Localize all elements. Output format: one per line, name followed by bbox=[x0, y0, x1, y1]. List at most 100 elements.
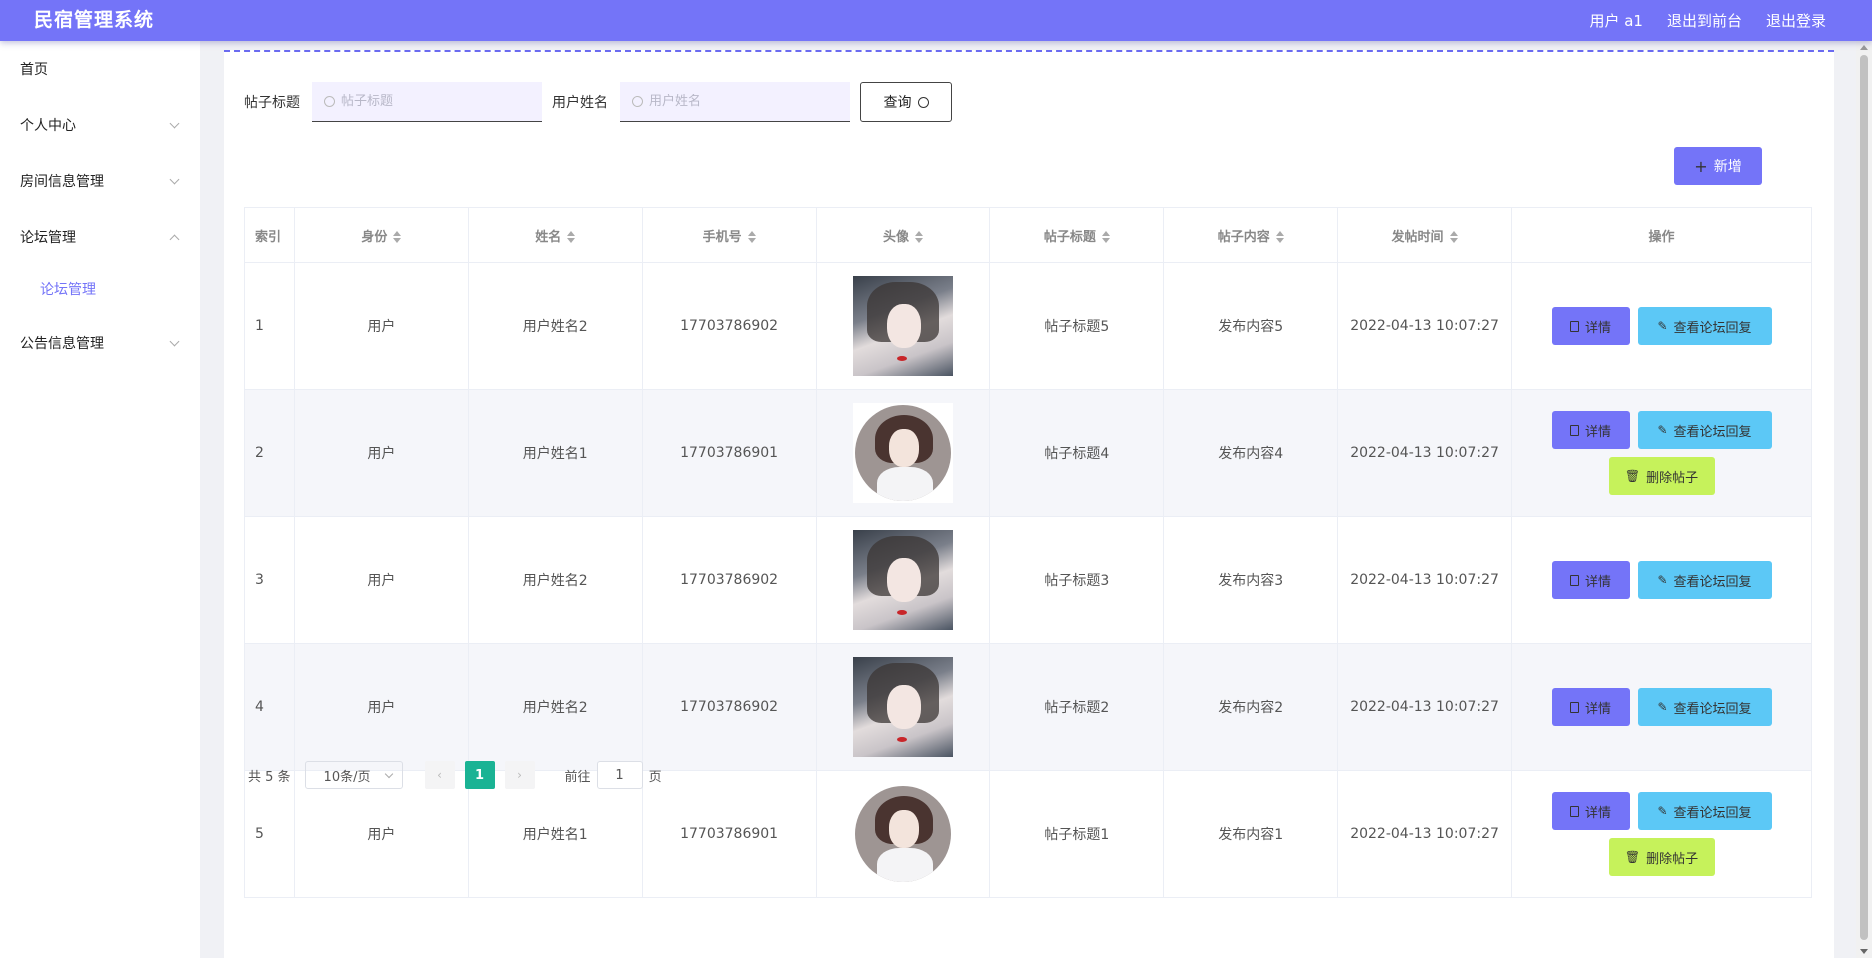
prev-page-button[interactable]: ‹ bbox=[424, 761, 455, 789]
sidebar-item-profile[interactable]: 个人中心 bbox=[0, 105, 200, 145]
title-filter-field[interactable] bbox=[312, 82, 542, 122]
sort-icon[interactable] bbox=[1449, 231, 1458, 243]
name-filter-label: 用户姓名 bbox=[552, 95, 608, 111]
name-search-input[interactable] bbox=[649, 94, 829, 109]
sidebar-item-label: 公告信息管理 bbox=[20, 336, 104, 352]
sidebar-item-home[interactable]: 首页 bbox=[0, 49, 200, 89]
detail-button[interactable]: 详情 bbox=[1551, 411, 1630, 449]
cell-title: 帖子标题5 bbox=[989, 262, 1165, 390]
cell-actions: 详情 ✎ 查看论坛回复 bbox=[1511, 262, 1812, 390]
app-title: 民宿管理系统 bbox=[34, 9, 155, 31]
cell-time: 2022-04-13 10:07:27 bbox=[1337, 643, 1512, 771]
column-header-index: 索引 bbox=[244, 207, 295, 263]
sidebar-item-rooms[interactable]: 房间信息管理 bbox=[0, 161, 200, 201]
delete-post-label: 删除帖子 bbox=[1646, 851, 1699, 867]
total-count: 共 5 条 bbox=[248, 769, 291, 785]
document-icon bbox=[1569, 320, 1579, 332]
page-number-active[interactable]: 1 bbox=[464, 761, 495, 789]
cell-avatar bbox=[815, 770, 991, 898]
cell-title: 帖子标题2 bbox=[989, 643, 1165, 771]
view-replies-label: 查看论坛回复 bbox=[1673, 424, 1752, 440]
chevron-down-icon bbox=[169, 336, 180, 347]
document-icon bbox=[1569, 574, 1579, 586]
cell-title: 帖子标题3 bbox=[989, 516, 1165, 644]
cell-name: 用户姓名1 bbox=[467, 389, 643, 517]
column-header-actions: 操作 bbox=[1511, 207, 1812, 263]
view-replies-button[interactable]: ✎ 查看论坛回复 bbox=[1637, 561, 1772, 599]
query-button[interactable]: 查询 bbox=[860, 82, 952, 122]
add-button[interactable]: + 新增 bbox=[1674, 147, 1762, 185]
edit-icon: ✎ bbox=[1657, 319, 1668, 333]
sort-icon[interactable] bbox=[567, 231, 576, 243]
sort-icon[interactable] bbox=[915, 231, 924, 243]
sidebar-item-notices[interactable]: 公告信息管理 bbox=[0, 323, 200, 363]
cell-content: 发布内容3 bbox=[1163, 516, 1339, 644]
cell-role: 用户 bbox=[293, 770, 469, 898]
cell-actions: 详情 ✎ 查看论坛回复 🗑 删除帖子 bbox=[1511, 770, 1812, 898]
view-replies-button[interactable]: ✎ 查看论坛回复 bbox=[1637, 307, 1772, 345]
scroll-down-icon[interactable] bbox=[1860, 949, 1868, 954]
name-filter-field[interactable] bbox=[620, 82, 850, 122]
document-icon bbox=[1569, 701, 1579, 713]
detail-button-label: 详情 bbox=[1584, 701, 1611, 717]
header-label: 帖子标题 bbox=[1043, 229, 1096, 245]
column-header-role[interactable]: 身份 bbox=[293, 207, 469, 263]
front-link[interactable]: 退出到前台 bbox=[1667, 10, 1742, 31]
column-header-phone[interactable]: 手机号 bbox=[641, 207, 817, 263]
delete-post-button[interactable]: 🗑 删除帖子 bbox=[1608, 457, 1715, 495]
cell-name: 用户姓名2 bbox=[467, 516, 643, 644]
goto-page-input[interactable] bbox=[596, 761, 643, 789]
detail-button[interactable]: 详情 bbox=[1551, 688, 1630, 726]
scrollbar-thumb[interactable] bbox=[1860, 55, 1868, 940]
logout-link[interactable]: 退出登录 bbox=[1766, 10, 1826, 31]
detail-button[interactable]: 详情 bbox=[1551, 561, 1630, 599]
sort-icon[interactable] bbox=[1275, 231, 1284, 243]
header-label: 帖子内容 bbox=[1217, 229, 1270, 245]
cell-actions: 详情 ✎ 查看论坛回复 🗑 删除帖子 bbox=[1511, 389, 1812, 517]
delete-post-label: 删除帖子 bbox=[1646, 470, 1699, 486]
detail-button[interactable]: 详情 bbox=[1551, 792, 1630, 830]
top-bar: 民宿管理系统 用户 a1 退出到前台 退出登录 bbox=[0, 0, 1872, 41]
edit-icon: ✎ bbox=[1657, 423, 1668, 437]
cell-phone: 17703786901 bbox=[641, 770, 817, 898]
sidebar-item-label: 首页 bbox=[20, 62, 48, 78]
column-header-time[interactable]: 发帖时间 bbox=[1337, 207, 1512, 263]
pagination: 共 5 条 10条/页 ‹ 1 › 前往 页 bbox=[248, 761, 662, 789]
sidebar-subitem-forum-manage[interactable]: 论坛管理 bbox=[0, 269, 200, 309]
scroll-up-icon[interactable] bbox=[1860, 45, 1868, 50]
column-header-avatar[interactable]: 头像 bbox=[815, 207, 991, 263]
view-replies-button[interactable]: ✎ 查看论坛回复 bbox=[1637, 688, 1772, 726]
cell-role: 用户 bbox=[293, 516, 469, 644]
sort-icon[interactable] bbox=[393, 231, 402, 243]
cell-phone: 17703786901 bbox=[641, 389, 817, 517]
cell-index: 4 bbox=[244, 643, 295, 771]
title-search-input[interactable] bbox=[341, 94, 521, 109]
column-header-title[interactable]: 帖子标题 bbox=[989, 207, 1165, 263]
header-label: 头像 bbox=[883, 229, 910, 245]
query-button-label: 查询 bbox=[883, 95, 912, 111]
cell-phone: 17703786902 bbox=[641, 516, 817, 644]
search-icon bbox=[917, 96, 929, 108]
next-page-button[interactable]: › bbox=[504, 761, 535, 789]
chevron-left-icon: ‹ bbox=[437, 768, 442, 782]
cell-name: 用户姓名2 bbox=[467, 262, 643, 390]
detail-button[interactable]: 详情 bbox=[1551, 307, 1630, 345]
sort-icon[interactable] bbox=[1101, 231, 1110, 243]
vertical-scrollbar[interactable] bbox=[1856, 41, 1872, 958]
cell-content: 发布内容1 bbox=[1163, 770, 1339, 898]
sidebar-item-forum[interactable]: 论坛管理 bbox=[0, 217, 200, 257]
sort-icon[interactable] bbox=[747, 231, 756, 243]
cell-index: 1 bbox=[244, 262, 295, 390]
delete-post-button[interactable]: 🗑 删除帖子 bbox=[1608, 838, 1715, 876]
chevron-down-icon bbox=[384, 769, 393, 779]
cell-name: 用户姓名2 bbox=[467, 643, 643, 771]
header-label: 发帖时间 bbox=[1391, 229, 1444, 245]
view-replies-label: 查看论坛回复 bbox=[1673, 574, 1752, 590]
column-header-content[interactable]: 帖子内容 bbox=[1163, 207, 1339, 263]
cell-title: 帖子标题4 bbox=[989, 389, 1165, 517]
page-size-select[interactable]: 10条/页 bbox=[304, 761, 403, 789]
view-replies-button[interactable]: ✎ 查看论坛回复 bbox=[1637, 792, 1772, 830]
column-header-name[interactable]: 姓名 bbox=[467, 207, 643, 263]
chevron-up-icon bbox=[169, 234, 180, 245]
view-replies-button[interactable]: ✎ 查看论坛回复 bbox=[1637, 411, 1772, 449]
